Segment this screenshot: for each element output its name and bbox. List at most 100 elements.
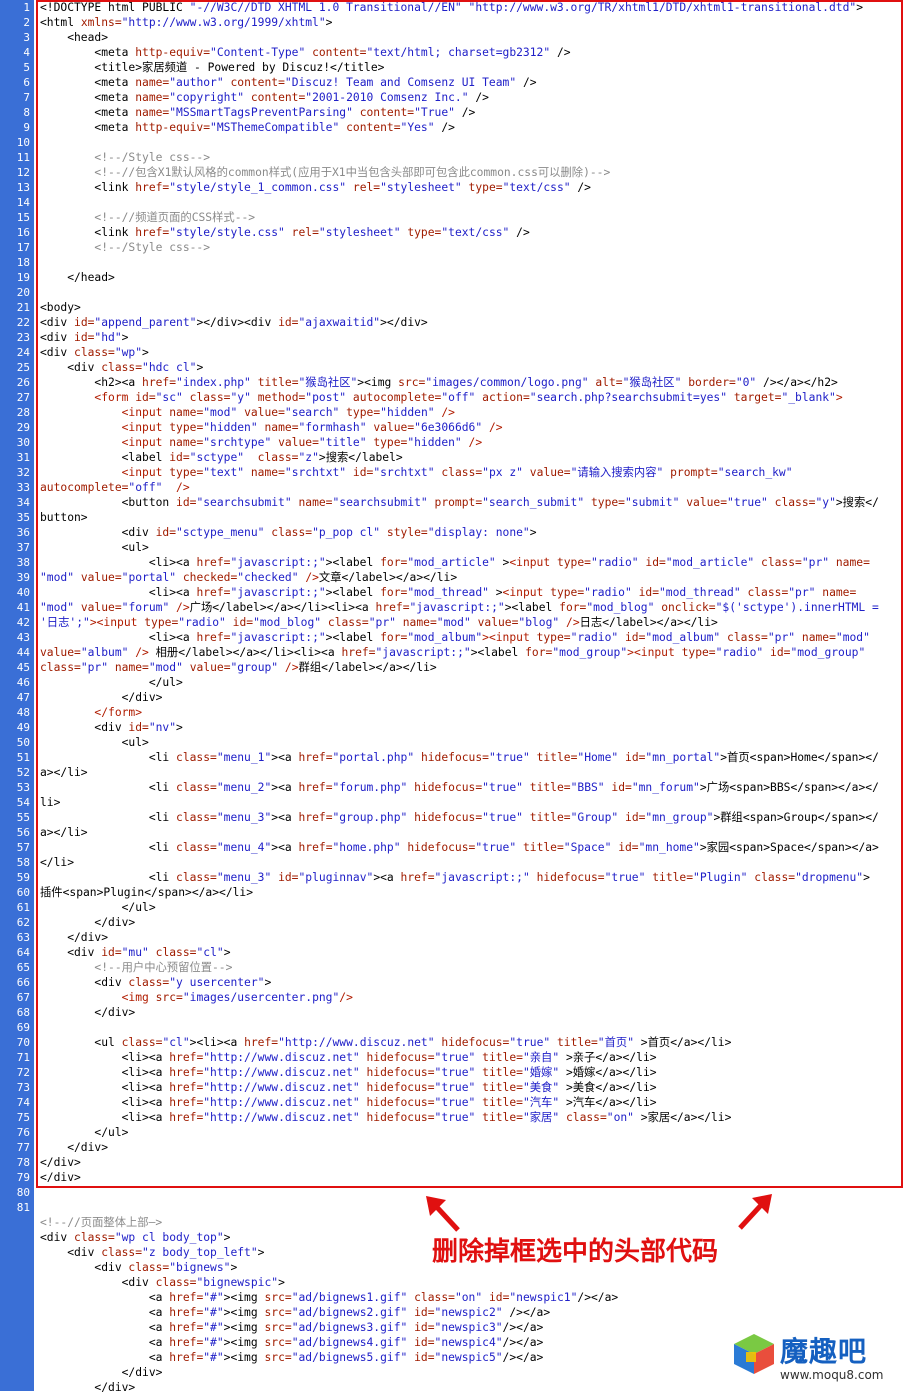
code-line[interactable]: <title>家居频道 - Powered by Discuz!</title>	[40, 60, 384, 75]
code-line[interactable]: li>	[40, 795, 60, 810]
code-token: "searchsubmit"	[196, 496, 292, 509]
code-line[interactable]: <div class="bignews">	[40, 1260, 237, 1275]
code-line[interactable]: <a href="#"><img src="ad/bignews3.gif" i…	[40, 1320, 544, 1335]
code-line[interactable]: <meta http-equiv="Content-Type" content=…	[40, 45, 570, 60]
code-line[interactable]: <li><a href="javascript:;"><label for="m…	[40, 555, 870, 570]
code-line[interactable]: autocomplete="off" />	[40, 480, 190, 495]
code-line[interactable]: <meta name="author" content="Discuz! Tea…	[40, 75, 536, 90]
code-line[interactable]: <!--用户中心预留位置-->	[40, 960, 232, 975]
code-line[interactable]: <div id="append_parent"></div><div id="a…	[40, 315, 428, 330]
code-line[interactable]: </div>	[40, 690, 163, 705]
code-token: ><input	[627, 646, 682, 659]
code-line[interactable]: <!--/Style css-->	[40, 240, 210, 255]
code-token: >搜索</label>	[318, 451, 403, 464]
code-line[interactable]: </div>	[40, 915, 135, 930]
code-line[interactable]: <div class="hdc cl">	[40, 360, 203, 375]
code-line[interactable]: </ul>	[40, 900, 156, 915]
code-line[interactable]: <div class="y usercenter">	[40, 975, 271, 990]
code-line[interactable]: <li class="menu_2"><a href="forum.php" h…	[40, 780, 879, 795]
code-line[interactable]: <li><a href="javascript:;"><label for="m…	[40, 630, 870, 645]
code-line[interactable]: <button id="searchsubmit" name="searchsu…	[40, 495, 879, 510]
code-line[interactable]: <div class="wp cl body_top">	[40, 1230, 230, 1245]
code-line[interactable]: <label id="sctype" class="z">搜索</label>	[40, 450, 403, 465]
code-line[interactable]: <a href="#"><img src="ad/bignews4.gif" i…	[40, 1335, 544, 1350]
code-line[interactable]: <!--/Style css-->	[40, 150, 210, 165]
code-line[interactable]: <head>	[40, 30, 108, 45]
code-line[interactable]: button>	[40, 510, 88, 525]
code-line[interactable]: <li><a href="http://www.discuz.net" hide…	[40, 1065, 657, 1080]
code-token: >	[230, 1261, 238, 1274]
code-line[interactable]: </div>	[40, 1365, 163, 1380]
code-line[interactable]: </div>	[40, 1380, 135, 1395]
code-line[interactable]: a></li>	[40, 825, 88, 840]
code-line[interactable]: "mod" value="forum" />广场</label></a></li…	[40, 600, 879, 615]
code-line[interactable]: <ul>	[40, 735, 149, 750]
code-token: id=	[638, 586, 659, 599]
code-line[interactable]: <li><a href="http://www.discuz.net" hide…	[40, 1050, 657, 1065]
code-line[interactable]: </div>	[40, 930, 108, 945]
code-line[interactable]: '日志';"><input type="radio" id="mod_blog"…	[40, 615, 718, 630]
code-line[interactable]: <div id="sctype_menu" class="p_pop cl" s…	[40, 525, 537, 540]
code-line[interactable]: <form id="sc" class="y" method="post" au…	[40, 390, 842, 405]
code-token: "ad/bignews4.gif"	[291, 1336, 408, 1349]
code-line[interactable]: <div class="wp">	[40, 345, 149, 360]
code-line[interactable]: </form>	[40, 705, 142, 720]
code-line[interactable]: <!--//页面整体上部—>	[40, 1215, 162, 1230]
code-line[interactable]: </li>	[40, 855, 74, 870]
code-line[interactable]: <li><a href="http://www.discuz.net" hide…	[40, 1080, 657, 1095]
code-line[interactable]: <a href="#"><img src="ad/bignews2.gif" i…	[40, 1305, 550, 1320]
code-line[interactable]: <meta name="copyright" content="2001-201…	[40, 90, 489, 105]
code-line[interactable]: <li><a href="http://www.discuz.net" hide…	[40, 1110, 732, 1125]
code-token: xmlns=	[80, 16, 122, 29]
code-line[interactable]: <li class="menu_3"><a href="group.php" h…	[40, 810, 879, 825]
code-line[interactable]: <body>	[40, 300, 81, 315]
code-line[interactable]: <div id="hd">	[40, 330, 128, 345]
code-line[interactable]: <li class="menu_3" id="pluginnav"><a hre…	[40, 870, 870, 885]
code-line[interactable]: <meta http-equiv="MSThemeCompatible" con…	[40, 120, 455, 135]
code-line[interactable]: <ul>	[40, 540, 149, 555]
code-token: class=	[189, 391, 231, 404]
code-line[interactable]: <a href="#"><img src="ad/bignews1.gif" c…	[40, 1290, 618, 1305]
code-line[interactable]: 插件<span>Plugin</span></a></li>	[40, 885, 253, 900]
code-line[interactable]: </ul>	[40, 1125, 128, 1140]
code-line[interactable]: <li class="menu_1"><a href="portal.php" …	[40, 750, 879, 765]
code-token: <!--用户中心预留位置-->	[40, 961, 233, 974]
code-line[interactable]: <li><a href="http://www.discuz.net" hide…	[40, 1095, 657, 1110]
code-line[interactable]: <meta name="MSSmartTagsPreventParsing" c…	[40, 105, 475, 120]
code-token: "text/css"	[502, 181, 571, 194]
code-line[interactable]: class="pr" name="mod" value="group" />群组…	[40, 660, 437, 675]
code-line[interactable]: <li class="menu_4"><a href="home.php" hi…	[40, 840, 879, 855]
code-line[interactable]: </head>	[40, 270, 115, 285]
code-line[interactable]: "mod" value="portal" checked="checked" /…	[40, 570, 457, 585]
code-line[interactable]: value="album" /> 相册</label></a></li><li>…	[40, 645, 865, 660]
code-line[interactable]: <!DOCTYPE html PUBLIC "-//W3C//DTD XHTML…	[40, 0, 863, 15]
code-line[interactable]: <a href="#"><img src="ad/bignews5.gif" i…	[40, 1350, 544, 1365]
code-editor[interactable]: 1 2 3 4 5 6 7 8 9 10 11 12 13 14 15 16 17 18 19 20 21 22 23 24 2…	[0, 0, 908, 1394]
line-number: 71	[16, 1051, 30, 1064]
code-line[interactable]: <div id="mu" class="cl">	[40, 945, 230, 960]
code-line[interactable]: <div id="nv">	[40, 720, 182, 735]
code-line[interactable]: <!--//包含X1默认风格的common样式(应用于X1中当包含头部即可包含此…	[40, 165, 610, 180]
code-line[interactable]: <div class="bignewspic">	[40, 1275, 285, 1290]
code-line[interactable]: <link href="style/style.css" rel="styles…	[40, 225, 529, 240]
code-line[interactable]: </div>	[40, 1170, 81, 1185]
code-line[interactable]: <input type="text" name="srchtxt" id="sr…	[40, 465, 793, 480]
code-line[interactable]: </div>	[40, 1005, 135, 1020]
code-line[interactable]: </div>	[40, 1140, 108, 1155]
code-token: <div	[40, 361, 102, 374]
code-line[interactable]: <div class="z body_top_left">	[40, 1245, 264, 1260]
code-line[interactable]: <h2><a href="index.php" title="猴岛社区"><im…	[40, 375, 837, 390]
code-line[interactable]: <input name="mod" value="search" type="h…	[40, 405, 455, 420]
code-line[interactable]: <input name="srchtype" value="title" typ…	[40, 435, 483, 450]
code-line[interactable]: </div>	[40, 1155, 81, 1170]
code-line[interactable]: <link href="style/style_1_common.css" re…	[40, 180, 591, 195]
code-line[interactable]: <html xmlns="http://www.w3.org/1999/xhtm…	[40, 15, 332, 30]
code-line[interactable]: <input type="hidden" name="formhash" val…	[40, 420, 503, 435]
code-line[interactable]: <!--//频道页面的CSS样式-->	[40, 210, 255, 225]
code-line[interactable]: <ul class="cl"><li><a href="http://www.d…	[40, 1035, 731, 1050]
code-line[interactable]: <li><a href="javascript:;"><label for="m…	[40, 585, 856, 600]
code-line[interactable]: a></li>	[40, 765, 88, 780]
code-line[interactable]: </ul>	[40, 675, 183, 690]
code-line[interactable]: <img src="images/usercenter.png"/>	[40, 990, 353, 1005]
code-token: "title"	[318, 436, 367, 449]
